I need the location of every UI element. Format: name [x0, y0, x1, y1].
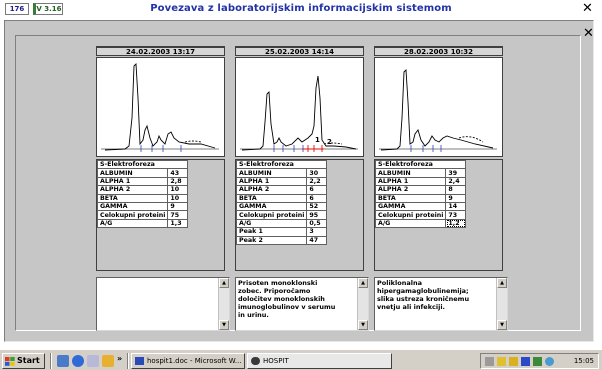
quick-launch-chevron-icon[interactable]: » [117, 354, 122, 363]
table-row: Celokupni proteini 73 [374, 210, 467, 220]
start-label: Start [17, 356, 40, 365]
table-row: ALPHA 1 2,8 [96, 176, 189, 187]
windows-logo-icon [5, 357, 15, 366]
table-row[interactable]: A/G 1,2 [374, 218, 467, 229]
sample-1-comment-box[interactable]: ▲ ▼ [96, 277, 230, 331]
table-row: ALBUMIN 39 [374, 168, 467, 178]
table-row: Peak 2 47 [235, 235, 328, 245]
taskbar-separator [127, 353, 129, 369]
table-row: BETA 6 [235, 193, 328, 203]
word-document-icon [135, 357, 144, 365]
table-title: S-Elektroforeza [374, 159, 467, 170]
sample-2-comment: Prisoten monoklonski zobec. Priporočamo … [238, 279, 336, 319]
table-row: ALBUMIN 43 [96, 168, 189, 178]
hospit-app-icon [251, 357, 260, 365]
table-row: A/G 0,5 [235, 218, 328, 229]
tray-app-icon[interactable] [545, 357, 554, 366]
table-row: ALBUMIN 30 [235, 168, 328, 178]
scroll-down-icon[interactable]: ▼ [497, 320, 507, 330]
table-row: ALPHA 28 [374, 185, 467, 195]
internet-explorer-icon[interactable] [72, 355, 84, 367]
start-button[interactable]: Start [2, 353, 45, 369]
sample-2-comment-box[interactable]: Prisoten monoklonski zobec. Priporočamo … [235, 277, 369, 331]
sample-2-comment-scrollbar[interactable]: ▲ ▼ [357, 278, 368, 330]
title-bar: 176 V 3.16 Povezava z laboratorijskim in… [0, 0, 602, 18]
sample-2-date: 25.02.2003 14:14 [235, 46, 364, 56]
table-row: BETA 10 [96, 193, 189, 203]
sample-2-results-table: S-Elektroforeza ALBUMIN 30 ALPHA 1 2,2 ALP… [235, 159, 328, 245]
peak-1-label: 1 [315, 136, 320, 144]
scroll-up-icon[interactable]: ▲ [358, 278, 368, 288]
sample-3-comment-scrollbar[interactable]: ▲ ▼ [496, 278, 507, 330]
sample-1-electrophoresis-graph [96, 57, 225, 157]
outlook-icon[interactable] [87, 355, 99, 367]
table-row: Celokupni proteini 75 [96, 210, 189, 220]
sample-3-comment-box[interactable]: Poliklonalna hipergamaglobulinemija; sli… [374, 277, 508, 331]
table-row: ALPHA 2 10 [96, 185, 189, 195]
sample-1-fraction-markers [140, 145, 182, 152]
scroll-up-icon[interactable]: ▲ [497, 278, 507, 288]
sample-3-results-table: S-Elektroforeza ALBUMIN 39 ALPHA 1 2,4 ALP… [374, 159, 467, 229]
show-desktop-icon[interactable] [57, 355, 69, 367]
task-button-hospit[interactable]: HOSPIT [247, 353, 392, 369]
table-row: GAMMA 9 [96, 201, 189, 212]
tray-app-icon[interactable] [509, 357, 518, 366]
sample-1-curve [104, 62, 216, 151]
table-row: GAMMA 52 [235, 201, 328, 212]
selected-cell[interactable]: 1,2 [445, 218, 467, 229]
window-title: Povezava z laboratorijskim informacijski… [150, 3, 452, 14]
taskbar-separator [50, 353, 52, 369]
sample-2-peak-markers [302, 145, 324, 152]
table-title: S-Elektroforeza [235, 159, 328, 170]
network-icon[interactable] [521, 357, 530, 366]
sample-2-fraction-markers [273, 145, 304, 152]
scroll-down-icon[interactable]: ▼ [219, 320, 229, 330]
scroll-down-icon[interactable]: ▼ [358, 320, 368, 330]
peak-2-label: 2 [327, 138, 332, 146]
sample-3-fraction-markers [410, 145, 442, 152]
table-row: GAMMA 14 [374, 201, 467, 212]
sample-3-curve [380, 68, 494, 151]
table-row: Peak 13 [235, 227, 328, 237]
volume-icon[interactable] [485, 357, 494, 366]
sample-2-electrophoresis-graph: 1 2 [235, 57, 364, 157]
table-row: Celokupni proteini 95 [235, 210, 328, 220]
tray-app-icon[interactable] [497, 357, 506, 366]
sample-3-electrophoresis-graph [374, 57, 503, 157]
table-title: S-Elektroforeza [96, 159, 189, 170]
sample-3-results-box: S-Elektroforeza ALBUMIN 39 ALPHA 1 2,4 ALP… [374, 159, 503, 271]
sample-2-curve [241, 75, 357, 151]
sample-3-comment: Poliklonalna hipergamaglobulinemija; sli… [377, 279, 470, 311]
task-button-word[interactable]: hospit1.doc - Microsoft W... [131, 353, 245, 369]
table-row: A/G 1,3 [96, 218, 189, 229]
table-row: ALPHA 1 2,4 [374, 176, 467, 187]
scroll-up-icon[interactable]: ▲ [219, 278, 229, 288]
close-window-icon[interactable]: ✕ [582, 2, 593, 15]
close-panel-icon[interactable]: ✕ [583, 27, 594, 40]
table-row: ALPHA 1 2,2 [235, 176, 328, 187]
quick-launch-icon[interactable] [102, 355, 114, 367]
sample-3-date: 28.02.2003 10:32 [374, 46, 503, 56]
tray-app-icon[interactable] [533, 357, 542, 366]
sample-1-results-table: S-Elektroforeza ALBUMIN 43 ALPHA 1 2,8 ALP… [96, 159, 189, 229]
sample-1-comment-scrollbar[interactable]: ▲ ▼ [218, 278, 229, 330]
table-row: ALPHA 26 [235, 185, 328, 195]
sample-1-results-box: S-Elektroforeza ALBUMIN 43 ALPHA 1 2,8 ALP… [96, 159, 225, 271]
taskbar: Start » hospit1.doc - Microsoft W... HOS… [0, 349, 602, 370]
system-tray: 15:05 [480, 353, 599, 369]
table-row: BETA 9 [374, 193, 467, 203]
sample-2-results-box: S-Elektroforeza ALBUMIN 30 ALPHA 1 2,2 ALP… [235, 159, 364, 271]
sample-1-date: 24.02.2003 13:17 [96, 46, 225, 56]
clock[interactable]: 15:05 [574, 355, 594, 367]
